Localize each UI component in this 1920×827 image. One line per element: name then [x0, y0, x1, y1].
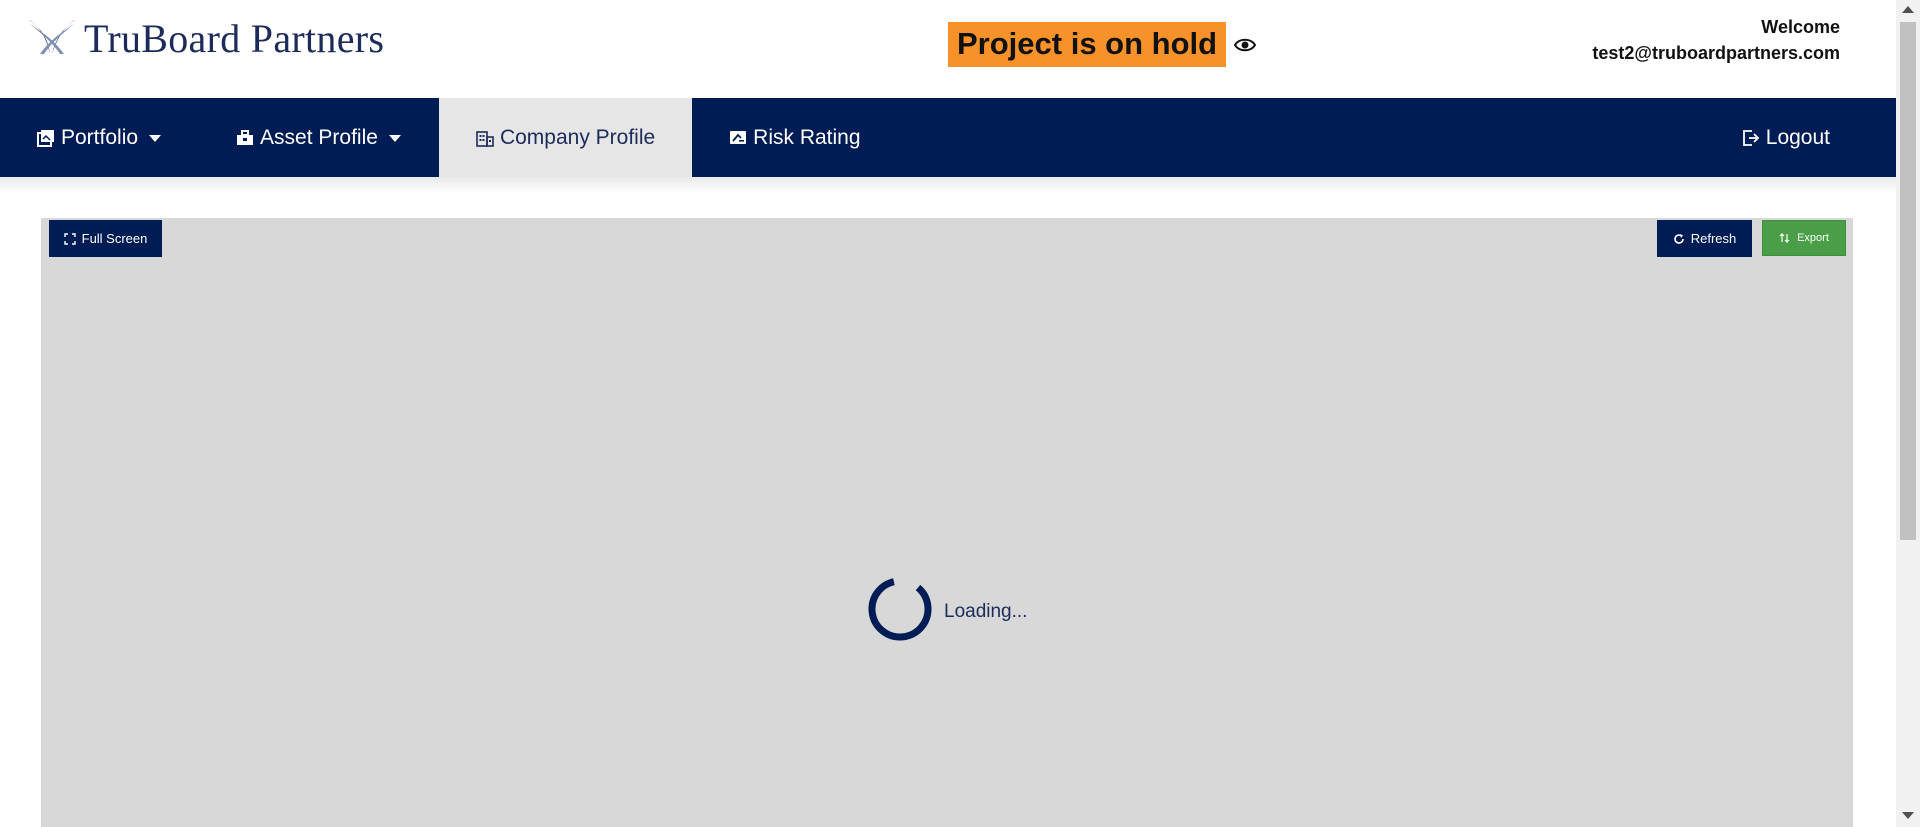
- welcome-label: Welcome: [1761, 17, 1840, 37]
- full-screen-label: Full Screen: [81, 231, 148, 246]
- refresh-button[interactable]: Refresh: [1657, 220, 1752, 257]
- logout-label: Logout: [1765, 125, 1830, 149]
- status-badge: Project is on hold: [948, 22, 1227, 67]
- eye-icon[interactable]: [1234, 37, 1257, 53]
- main-nav: Portfolio Asset Profile Company Profile …: [0, 98, 1896, 177]
- portfolio-icon: [37, 129, 55, 147]
- full-screen-button[interactable]: Full Screen: [49, 220, 162, 257]
- nav-item-portfolio[interactable]: Portfolio: [0, 98, 199, 177]
- rating-icon: [729, 129, 747, 147]
- report-panel: Full Screen Refresh Export Loading...: [41, 218, 1853, 827]
- scroll-up-arrow-icon[interactable]: [1902, 6, 1914, 13]
- nav-label-company-profile: Company Profile: [499, 125, 656, 149]
- refresh-icon: [1673, 233, 1685, 245]
- logout-button[interactable]: Logout: [1705, 98, 1896, 177]
- welcome-block: Welcome test2@truboardpartners.com: [1592, 14, 1840, 66]
- building-icon: [476, 129, 494, 147]
- nav-item-company-profile[interactable]: Company Profile: [438, 98, 693, 177]
- logout-icon: [1742, 129, 1760, 147]
- project-status: Project is on hold: [948, 22, 1257, 67]
- export-button[interactable]: Export: [1762, 220, 1846, 256]
- chevron-down-icon: [148, 133, 162, 143]
- loading-text: Loading...: [944, 600, 1028, 622]
- logo-text: TruBoard Partners: [84, 16, 385, 61]
- scroll-thumb[interactable]: [1900, 22, 1916, 540]
- chevron-down-icon: [388, 133, 402, 143]
- sort-arrows-icon: [1779, 232, 1791, 244]
- refresh-label: Refresh: [1690, 231, 1737, 246]
- expand-icon: [63, 232, 76, 245]
- header: TruBoard Partners Project is on hold Wel…: [0, 0, 1896, 98]
- briefcase-icon: [236, 129, 254, 147]
- nav-label-portfolio: Portfolio: [61, 125, 139, 149]
- loading-indicator: Loading...: [866, 575, 1027, 648]
- user-email: test2@truboardpartners.com: [1592, 43, 1840, 63]
- logo-mark-icon: [24, 14, 80, 63]
- page: TruBoard Partners Project is on hold Wel…: [0, 0, 1920, 827]
- vertical-scrollbar[interactable]: [1896, 0, 1920, 827]
- spinner-icon: [866, 575, 934, 648]
- logo[interactable]: TruBoard Partners: [24, 14, 384, 63]
- nav-label-asset-profile: Asset Profile: [260, 125, 378, 149]
- scroll-down-arrow-icon[interactable]: [1902, 812, 1914, 819]
- export-label: Export: [1797, 232, 1829, 244]
- nav-item-asset-profile[interactable]: Asset Profile: [199, 98, 439, 177]
- nav-label-risk-rating: Risk Rating: [753, 125, 861, 149]
- nav-shadow: [0, 177, 1896, 193]
- nav-item-risk-rating[interactable]: Risk Rating: [692, 98, 897, 177]
